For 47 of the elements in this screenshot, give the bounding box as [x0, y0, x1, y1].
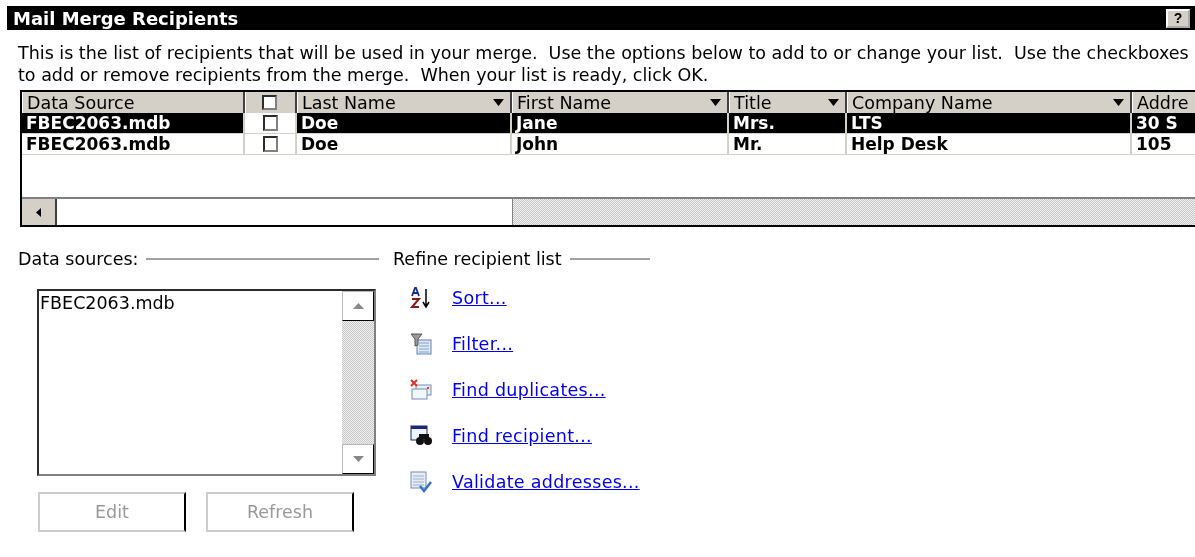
down-arrow-icon [352, 456, 364, 462]
refine-link[interactable]: Filter... [452, 334, 514, 354]
sort-az-icon [410, 287, 432, 309]
table-cell: John [512, 134, 729, 155]
binoculars-icon [410, 425, 432, 447]
table-cell: FBEC2063.mdb [22, 134, 245, 155]
table-cell: Help Desk [847, 134, 1132, 155]
refine-link[interactable]: Sort... [452, 288, 507, 308]
column-header[interactable]: Addre [1132, 92, 1195, 113]
refine-link[interactable]: Validate addresses... [452, 472, 640, 492]
vertical-scrollbar[interactable] [342, 291, 374, 474]
filter-icon [410, 333, 432, 355]
table-cell: 30 S [1132, 113, 1195, 134]
table-cell: Mrs. [729, 113, 847, 134]
data-sources-list[interactable]: FBEC2063.mdb [37, 289, 376, 476]
column-header[interactable] [245, 92, 297, 113]
table-cell: Doe [297, 113, 512, 134]
duplicate-envelopes-icon [410, 379, 432, 401]
window-title: Mail Merge Recipients [13, 7, 239, 29]
help-button[interactable]: ? [1166, 8, 1190, 28]
column-header[interactable]: Data Source [22, 92, 245, 113]
scroll-left-button[interactable] [22, 199, 57, 225]
scroll-down-button[interactable] [342, 444, 374, 474]
checked-table-icon [410, 471, 432, 493]
up-arrow-icon [352, 303, 364, 309]
row-checkbox[interactable] [262, 115, 278, 131]
table-cell: LTS [847, 113, 1132, 134]
table-cell: Mr. [729, 134, 847, 155]
scroll-up-button[interactable] [342, 291, 374, 321]
select-all-checkbox[interactable] [262, 95, 277, 110]
section-label: Data sources: [18, 249, 139, 269]
row-checkbox[interactable] [262, 136, 278, 152]
table-cell: FBEC2063.mdb [22, 113, 245, 134]
column-header[interactable]: Company Name [847, 92, 1132, 113]
refine-link[interactable]: Find recipient... [452, 426, 592, 446]
table-cell: Jane [512, 113, 729, 134]
table-cell: Doe [297, 134, 512, 155]
left-arrow-icon [36, 207, 41, 217]
table-cell: 105 [1132, 134, 1195, 155]
refine-link[interactable]: Find duplicates... [452, 380, 606, 400]
horizontal-scrollbar[interactable] [22, 197, 1195, 225]
list-item[interactable]: FBEC2063.mdb [40, 293, 341, 313]
column-header[interactable]: Last Name [297, 92, 512, 113]
section-label: Refine recipient list [393, 249, 562, 269]
description-text: This is the list of recipients that will be used in your merge. Use the options below to add to or change your list. Use the checkboxes to add or remove recipients from the merge. When your list is ready, click OK. [18, 42, 1190, 86]
column-header[interactable]: Title [729, 92, 847, 113]
column-header[interactable]: First Name [512, 92, 729, 113]
